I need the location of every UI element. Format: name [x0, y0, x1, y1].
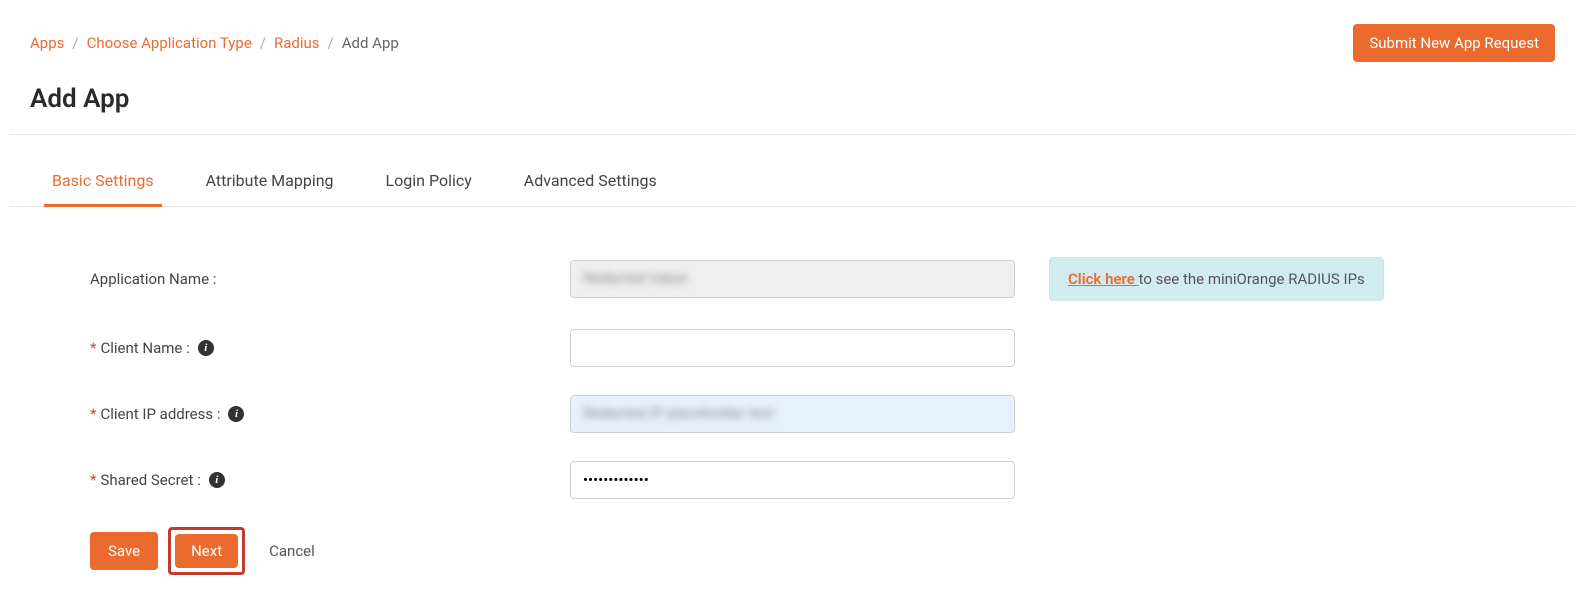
client-ip-input[interactable]: Redacted IP placeholder text — [570, 395, 1015, 433]
divider — [10, 134, 1575, 135]
next-button-highlight: Next — [168, 527, 245, 575]
application-name-label: Application Name : — [90, 270, 570, 288]
breadcrumb: Apps / Choose Application Type / Radius … — [30, 34, 399, 52]
radius-ips-info-box: Click here to see the miniOrange RADIUS … — [1049, 257, 1384, 301]
submit-new-app-request-button[interactable]: Submit New App Request — [1353, 24, 1555, 62]
shared-secret-label: *Shared Secret : i — [90, 471, 570, 489]
breadcrumb-separator: / — [260, 34, 266, 52]
info-icon[interactable]: i — [228, 406, 244, 422]
next-button[interactable]: Next — [175, 534, 238, 568]
info-box-text: to see the miniOrange RADIUS IPs — [1139, 270, 1365, 288]
required-marker: * — [90, 405, 96, 423]
tabs: Basic Settings Attribute Mapping Login P… — [10, 157, 1575, 207]
tab-advanced-settings[interactable]: Advanced Settings — [516, 157, 665, 207]
required-marker: * — [90, 339, 96, 357]
page-title: Add App — [0, 72, 1585, 134]
tab-login-policy[interactable]: Login Policy — [378, 157, 480, 207]
client-ip-label: *Client IP address : i — [90, 405, 570, 423]
info-icon[interactable]: i — [198, 340, 214, 356]
client-name-input[interactable] — [570, 329, 1015, 367]
save-button[interactable]: Save — [90, 532, 158, 570]
breadcrumb-choose-type[interactable]: Choose Application Type — [87, 34, 252, 52]
info-icon[interactable]: i — [209, 472, 225, 488]
shared-secret-input[interactable] — [570, 461, 1015, 499]
required-marker: * — [90, 471, 96, 489]
breadcrumb-separator: / — [72, 34, 78, 52]
cancel-button[interactable]: Cancel — [255, 532, 329, 570]
breadcrumb-radius[interactable]: Radius — [274, 34, 320, 52]
breadcrumb-current: Add App — [342, 34, 399, 52]
breadcrumb-separator: / — [328, 34, 334, 52]
form-area: Application Name : Redacted Value Click … — [0, 207, 1585, 605]
application-name-value: Redacted Value — [583, 269, 687, 287]
button-row: Save Next Cancel — [90, 527, 1555, 575]
client-name-label: *Client Name : i — [90, 339, 570, 357]
tab-basic-settings[interactable]: Basic Settings — [44, 157, 162, 207]
client-ip-value: Redacted IP placeholder text — [583, 404, 774, 422]
tab-attribute-mapping[interactable]: Attribute Mapping — [198, 157, 342, 207]
breadcrumb-apps[interactable]: Apps — [30, 34, 64, 52]
application-name-field: Redacted Value — [570, 260, 1015, 298]
click-here-link[interactable]: Click here — [1068, 270, 1139, 288]
